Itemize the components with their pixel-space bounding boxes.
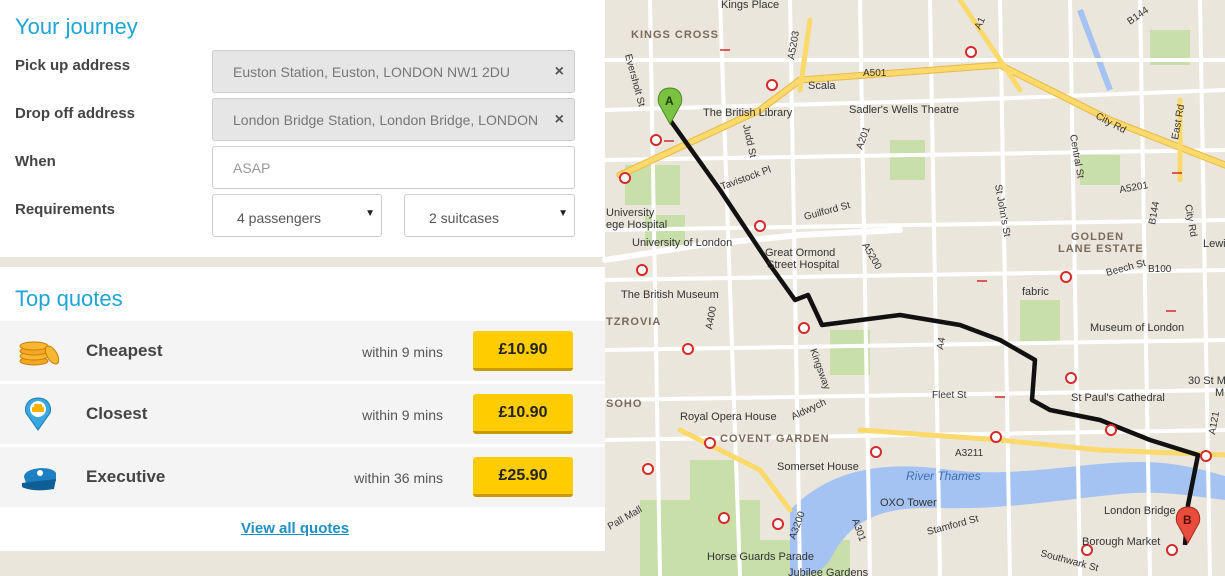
quote-eta: within 36 mins (354, 470, 443, 486)
svg-text:Museum of London: Museum of London (1090, 322, 1184, 334)
svg-text:River Thames: River Thames (906, 469, 981, 483)
svg-text:Lewi: Lewi (1203, 238, 1225, 250)
svg-text:Jubilee Gardens: Jubilee Gardens (788, 567, 869, 576)
svg-text:A3211: A3211 (955, 448, 984, 459)
svg-text:The British Museum: The British Museum (621, 289, 719, 301)
svg-text:The British Library: The British Library (703, 107, 793, 119)
suitcases-select[interactable]: 2 suitcases ▼ (404, 194, 575, 237)
chevron-down-icon: ▼ (365, 208, 375, 219)
svg-text:OXO Tower: OXO Tower (880, 497, 937, 509)
quote-eta: within 9 mins (362, 344, 443, 360)
svg-text:A4: A4 (935, 336, 948, 350)
svg-text:fabric: fabric (1022, 286, 1049, 298)
passengers-select[interactable]: 4 passengers ▼ (212, 194, 382, 237)
svg-text:Sadler's Wells Theatre: Sadler's Wells Theatre (849, 104, 959, 116)
requirements-label: Requirements (15, 201, 116, 218)
quote-row-cheapest[interactable]: Cheapest within 9 mins £10.90 (0, 321, 605, 381)
pickup-label: Pick up address (15, 57, 131, 74)
svg-text:University: University (606, 207, 655, 219)
svg-text:A: A (665, 94, 674, 108)
taxi-pin-icon (25, 397, 51, 431)
quotes-panel: Top quotes Cheapest within 9 mins £10.90… (0, 267, 605, 551)
price-button[interactable]: £25.90 (473, 457, 573, 497)
svg-text:B: B (1183, 513, 1192, 527)
svg-text:Horse Guards Parade: Horse Guards Parade (707, 551, 814, 563)
dropoff-address-field[interactable]: London Bridge Station, London Bridge, LO… (212, 98, 575, 141)
clear-pickup-icon[interactable]: × (555, 63, 564, 81)
suitcases-value: 2 suitcases (429, 210, 500, 226)
svg-text:Fleet St: Fleet St (932, 390, 967, 401)
coins-icon (19, 341, 60, 366)
quote-name: Cheapest (86, 341, 163, 360)
clear-dropoff-icon[interactable]: × (555, 111, 564, 129)
chevron-down-icon: ▼ (558, 208, 568, 219)
svg-text:Kings Place: Kings Place (721, 0, 779, 11)
quote-name: Executive (86, 467, 166, 486)
svg-text:Borough Market: Borough Market (1082, 536, 1160, 548)
svg-text:Scala: Scala (808, 80, 836, 92)
pickup-address-value: Euston Station, Euston, LONDON NW1 2DU (233, 64, 510, 80)
svg-text:Street Hospital: Street Hospital (767, 259, 839, 271)
svg-text:Somerset House: Somerset House (777, 461, 859, 473)
svg-text:London Bridge: London Bridge (1104, 505, 1176, 517)
chauffeur-cap-icon (22, 468, 56, 491)
svg-text:TZROVIA: TZROVIA (606, 316, 661, 328)
dropoff-label: Drop off address (15, 105, 136, 122)
price-button[interactable]: £10.90 (473, 331, 573, 371)
svg-text:30 St M: 30 St M (1188, 375, 1225, 387)
quote-row-executive[interactable]: Executive within 36 mins £25.90 (0, 447, 605, 507)
dropoff-address-value: London Bridge Station, London Bridge, LO… (233, 112, 539, 128)
svg-text:M: M (1215, 387, 1224, 399)
quote-name: Closest (86, 404, 148, 423)
svg-text:Great Ormond: Great Ormond (765, 247, 835, 259)
svg-text:ege Hospital: ege Hospital (606, 219, 667, 231)
svg-text:GOLDEN: GOLDEN (1071, 231, 1124, 243)
quotes-title: Top quotes (15, 286, 123, 311)
svg-text:St Paul's Cathedral: St Paul's Cathedral (1071, 392, 1165, 404)
journey-title: Your journey (15, 14, 138, 39)
when-label: When (15, 153, 56, 170)
svg-text:LANE ESTATE: LANE ESTATE (1058, 243, 1144, 255)
pickup-address-field[interactable]: Euston Station, Euston, LONDON NW1 2DU × (212, 50, 575, 93)
quote-row-closest[interactable]: Closest within 9 mins £10.90 (0, 384, 605, 444)
when-input[interactable]: ASAP (212, 146, 575, 189)
svg-text:B100: B100 (1148, 264, 1172, 275)
svg-text:University of London: University of London (632, 237, 732, 249)
journey-panel: Your journey Pick up address Euston Stat… (0, 0, 605, 257)
view-all-quotes-link[interactable]: View all quotes (0, 520, 590, 537)
when-placeholder: ASAP (233, 160, 271, 176)
svg-text:Royal Opera House: Royal Opera House (680, 411, 777, 423)
svg-text:KINGS CROSS: KINGS CROSS (631, 29, 719, 41)
svg-text:COVENT GARDEN: COVENT GARDEN (720, 433, 830, 445)
quote-eta: within 9 mins (362, 407, 443, 423)
svg-text:SOHO: SOHO (606, 398, 642, 410)
price-button[interactable]: £10.90 (473, 394, 573, 434)
passengers-value: 4 passengers (237, 210, 322, 226)
svg-text:A501: A501 (863, 68, 887, 79)
